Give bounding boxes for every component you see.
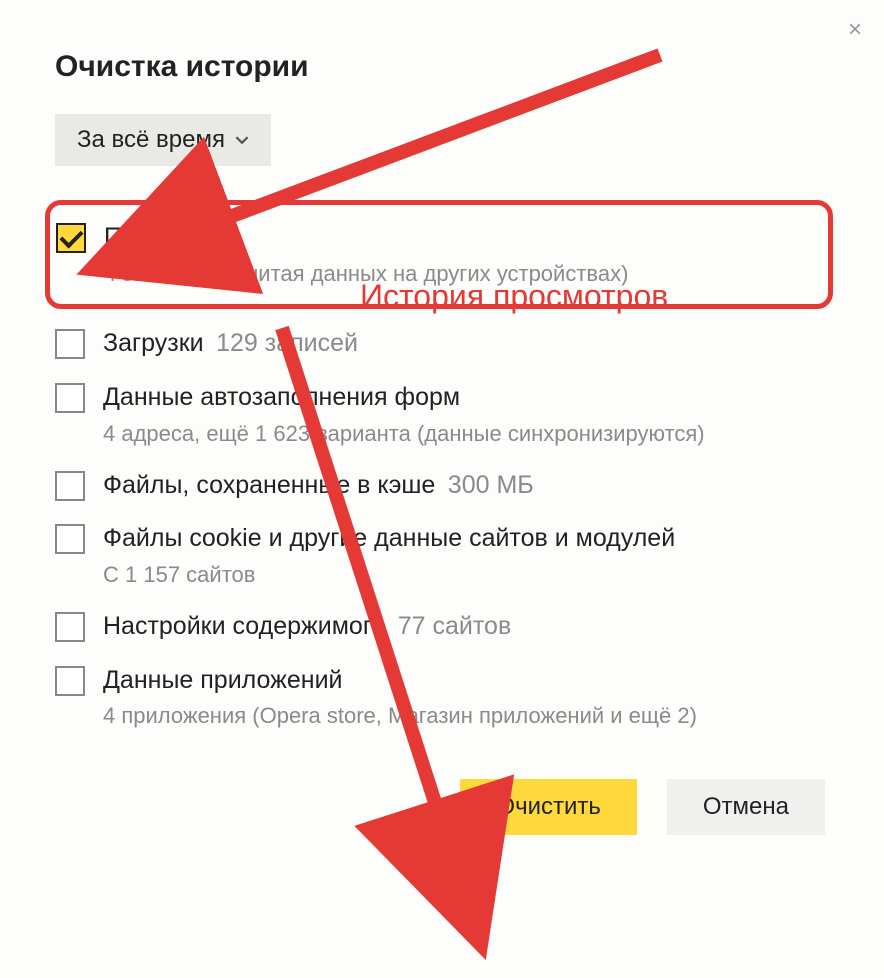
cancel-button[interactable]: Отмена: [667, 779, 825, 835]
time-range-select[interactable]: За всё время: [55, 114, 271, 166]
option-label: Файлы, сохраненные в кэше: [103, 471, 435, 499]
close-icon[interactable]: ×: [848, 18, 862, 42]
checkbox-downloads[interactable]: [55, 329, 85, 359]
option-detail-inline: 129 записей: [216, 329, 358, 357]
checkbox-views[interactable]: [56, 223, 86, 253]
option-detail-inline: 77 сайтов: [398, 612, 511, 640]
option-detail: С 1 157 сайтов: [103, 560, 829, 590]
checkbox-cookies[interactable]: [55, 524, 85, 554]
option-detail: 4 приложения (Opera store, Магазин прило…: [103, 701, 829, 731]
option-detail-inline: 300 МБ: [448, 471, 534, 499]
option-content-settings: Настройки содержимого 77 сайтов: [55, 608, 829, 646]
option-views: Просмотры 4 записи (не считая данных на …: [56, 219, 818, 290]
checkbox-content-settings[interactable]: [55, 612, 85, 642]
option-label: Загрузки: [103, 329, 204, 357]
option-detail: 4 адреса, ещё 1 623 варианта (данные син…: [103, 419, 829, 449]
option-cookies: Файлы cookie и другие данные сайтов и мо…: [55, 520, 829, 591]
option-label: Данные автозаполнения форм: [103, 383, 460, 411]
option-label: Файлы cookie и другие данные сайтов и мо…: [103, 524, 675, 552]
option-label: Просмотры: [104, 223, 236, 251]
option-autofill: Данные автозаполнения форм 4 адреса, ещё…: [55, 379, 829, 450]
options-list: Просмотры 4 записи (не считая данных на …: [55, 200, 829, 733]
option-app-data: Данные приложений 4 приложения (Opera st…: [55, 662, 829, 733]
option-label: Настройки содержимого: [103, 612, 385, 640]
option-label: Данные приложений: [103, 666, 343, 694]
clear-button[interactable]: Очистить: [460, 779, 636, 835]
option-downloads: Загрузки 129 записей: [55, 325, 829, 363]
option-detail: 4 записи (не считая данных на других уст…: [104, 259, 818, 289]
checkbox-cache[interactable]: [55, 471, 85, 501]
dialog-title: Очистка истории: [55, 50, 829, 84]
chevron-down-icon: [235, 133, 249, 147]
checkbox-app-data[interactable]: [55, 666, 85, 696]
checkbox-autofill[interactable]: [55, 383, 85, 413]
annotation-highlight-box: Просмотры 4 записи (не считая данных на …: [45, 200, 833, 309]
clear-history-dialog: × Очистка истории За всё время Просмотры…: [0, 0, 884, 875]
time-range-label: За всё время: [77, 126, 225, 154]
dialog-buttons: Очистить Отмена: [55, 779, 829, 835]
option-cache: Файлы, сохраненные в кэше 300 МБ: [55, 467, 829, 505]
